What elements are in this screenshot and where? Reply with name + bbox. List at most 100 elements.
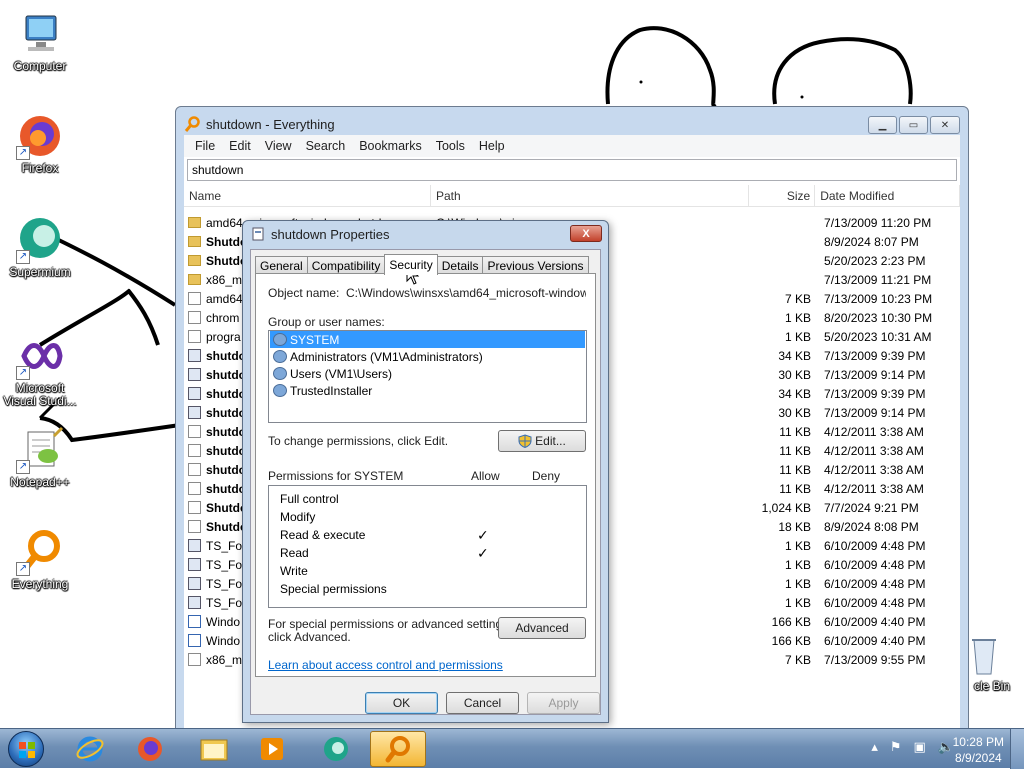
menu-file[interactable]: File [188, 139, 222, 153]
tab-previous-versions[interactable]: Previous Versions [482, 256, 589, 274]
tab-compatibility[interactable]: Compatibility [306, 256, 386, 274]
result-name-text: Windo [206, 614, 241, 629]
result-name-text: TS_For [206, 595, 247, 610]
deny-header: Deny [532, 469, 561, 483]
permission-row: Modify [269, 508, 586, 526]
supermium-icon: ↗ [16, 216, 64, 264]
result-date: 4/12/2011 3:38 AM [824, 424, 924, 439]
desktop-icon-everything[interactable]: ↗ Everything [0, 528, 80, 591]
user-list-item[interactable]: Users (VM1\Users) [270, 365, 585, 382]
minimize-button[interactable]: ▁ [868, 116, 897, 134]
minimize-icon: ▁ [878, 119, 887, 131]
result-date: 6/10/2009 4:48 PM [824, 557, 926, 572]
taskbar-media-player[interactable] [244, 731, 300, 767]
folder-icon [188, 217, 201, 228]
menu-edit[interactable]: Edit [222, 139, 258, 153]
start-button[interactable] [8, 731, 44, 767]
column-header-size[interactable]: Size [749, 185, 816, 206]
checkmark-icon: ✓ [477, 526, 489, 543]
permission-row: Read ✓ [269, 544, 586, 562]
computer-icon [16, 10, 64, 58]
user-list-item[interactable]: SYSTEM [270, 331, 585, 348]
everything-icon: ↗ [16, 528, 64, 576]
desktop-icon-label: Supermium [9, 265, 71, 279]
user-name: Administrators (VM1\Administrators) [290, 349, 483, 364]
user-list-item[interactable]: TrustedInstaller [270, 382, 585, 399]
result-date: 7/13/2009 9:14 PM [824, 367, 926, 382]
volume-muted-icon[interactable]: 🔈 [938, 739, 954, 755]
column-header-date[interactable]: Date Modified [815, 185, 960, 206]
column-header-name[interactable]: Name [184, 185, 431, 206]
desktop-icon-computer[interactable]: Computer [0, 10, 80, 73]
apply-button[interactable]: Apply [527, 692, 600, 714]
maximize-button[interactable]: ▭ [899, 116, 928, 134]
desktop-icon-label: Microsoft Visual Studi... [3, 381, 77, 408]
action-center-flag-icon[interactable]: ⚑ [890, 739, 902, 755]
taskbar-supermium[interactable] [308, 731, 364, 767]
application-icon [188, 539, 201, 552]
window-title: shutdown - Everything [206, 116, 335, 132]
permission-name: Special permissions [280, 582, 387, 596]
menu-bookmarks[interactable]: Bookmarks [352, 139, 429, 153]
close-button[interactable]: ✕ [930, 116, 960, 134]
edit-button[interactable]: Edit... [498, 430, 586, 452]
dialog-close-button[interactable]: X [570, 225, 602, 242]
result-date: 5/20/2023 10:31 AM [824, 329, 932, 344]
show-desktop-button[interactable] [1010, 729, 1024, 769]
user-list[interactable]: SYSTEM Administrators (VM1\Administrators… [268, 330, 587, 423]
result-date: 7/13/2009 10:23 PM [824, 291, 933, 306]
file-icon [188, 330, 201, 343]
network-icon[interactable]: ▣ [914, 739, 926, 755]
result-date: 6/10/2009 4:48 PM [824, 538, 926, 553]
user-name: TrustedInstaller [290, 383, 373, 398]
properties-dialog[interactable]: shutdown Properties X General Compatibil… [242, 220, 609, 723]
taskbar-firefox[interactable] [122, 731, 178, 767]
security-panel: Object name: C:\Windows\winsxs\amd64_mic… [255, 273, 596, 677]
dialog-title: shutdown Properties [271, 226, 390, 242]
result-date: 4/12/2011 3:38 AM [824, 481, 924, 496]
cancel-button[interactable]: Cancel [446, 692, 519, 714]
menu-search[interactable]: Search [299, 139, 353, 153]
tab-security[interactable]: Security [384, 254, 438, 275]
ok-button[interactable]: OK [365, 692, 438, 714]
tab-general[interactable]: General [255, 256, 308, 274]
window-titlebar[interactable]: shutdown - Everything [184, 115, 858, 133]
audio-file-icon [188, 634, 201, 647]
taskbar: ▴ ⚑ ▣ 🔈 10:28 PM 8/9/2024 [0, 728, 1024, 769]
menu-tools[interactable]: Tools [429, 139, 472, 153]
result-size: 1 KB [785, 557, 812, 572]
column-header-path[interactable]: Path [431, 185, 750, 206]
result-name-text: shutdo [206, 443, 246, 458]
desktop-icon-notepadpp[interactable]: ↗ Notepad++ [0, 426, 80, 489]
advanced-button[interactable]: Advanced [498, 617, 586, 639]
result-name-text: x86_mi [206, 272, 245, 287]
desktop-icon-firefox[interactable]: ↗ Firefox [0, 112, 80, 175]
firefox-icon: ↗ [16, 112, 64, 160]
tab-details[interactable]: Details [436, 256, 484, 274]
taskbar-ie[interactable] [62, 731, 118, 767]
permission-name: Read [280, 546, 309, 560]
result-size: 11 KB [779, 462, 812, 477]
dialog-titlebar[interactable]: shutdown Properties [251, 225, 390, 243]
clock[interactable]: 10:28 PM 8/9/2024 [953, 734, 1004, 766]
taskbar-everything[interactable] [370, 731, 426, 767]
everything-icon [184, 116, 200, 132]
checkmark-icon: ✓ [477, 544, 489, 561]
search-input[interactable]: shutdown [187, 159, 957, 181]
media-player-icon [261, 738, 283, 760]
user-list-item[interactable]: Administrators (VM1\Administrators) [270, 348, 585, 365]
supermium-icon [324, 737, 348, 761]
result-name-text: progra [206, 329, 241, 344]
menu-help[interactable]: Help [472, 139, 512, 153]
taskbar-file-explorer[interactable] [186, 731, 242, 767]
show-hidden-icons-icon[interactable]: ▴ [871, 739, 878, 755]
menu-view[interactable]: View [258, 139, 299, 153]
desktop-icon-visual-studio[interactable]: ↗ Microsoft Visual Studi... [0, 332, 80, 408]
shield-icon [518, 434, 532, 448]
result-name-text: shutdo [206, 367, 246, 382]
desktop-icon-label: Firefox [21, 161, 59, 175]
desktop-icon-supermium[interactable]: ↗ Supermium [0, 216, 80, 279]
permission-name: Write [280, 564, 308, 578]
learn-access-control-link[interactable]: Learn about access control and permissio… [268, 658, 503, 672]
permissions-list: Full control Modify Read & execute ✓ Read ✓ Wr… [268, 485, 587, 608]
